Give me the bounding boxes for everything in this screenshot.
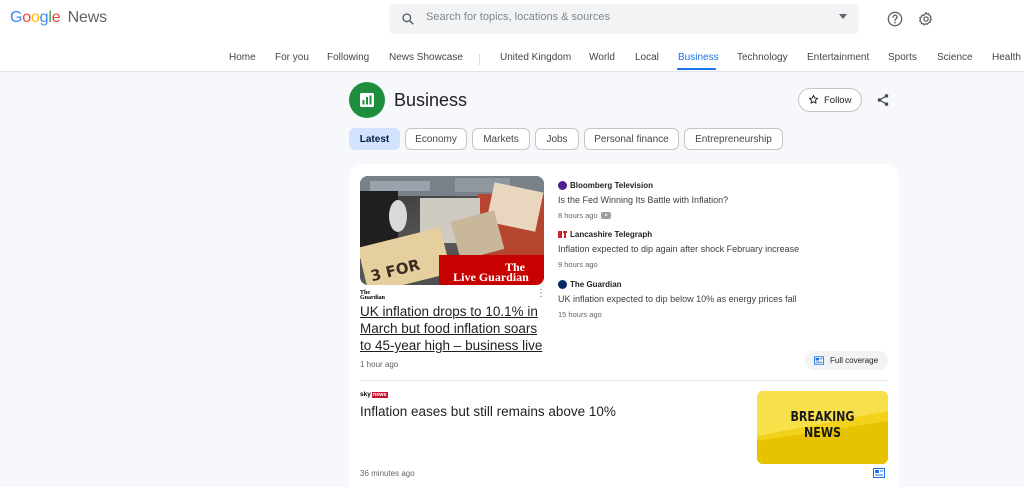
- star-icon: [808, 94, 819, 104]
- chip-entrepreneurship[interactable]: Entrepreneurship: [684, 128, 783, 150]
- side-story-time: 9 hours ago: [558, 260, 598, 269]
- nav-world[interactable]: World: [589, 52, 615, 63]
- story-title[interactable]: Inflation eases but still remains above …: [360, 404, 616, 419]
- side-story-3[interactable]: The Guardian UK inflation expected to di…: [558, 280, 858, 319]
- full-coverage-icon: [814, 356, 824, 365]
- dropdown-caret-icon[interactable]: [839, 14, 847, 19]
- breaking-line1: BREAKING: [790, 410, 855, 425]
- sky-logo-news-box: news: [371, 391, 388, 398]
- nav-for-you[interactable]: For you: [275, 52, 309, 63]
- nav-active-indicator: [677, 68, 716, 70]
- nav-entertainment[interactable]: Entertainment: [807, 52, 869, 63]
- nav-divider: [479, 54, 480, 65]
- page-title: Business: [394, 90, 468, 110]
- breaking-line2: NEWS: [804, 426, 841, 441]
- chip-latest[interactable]: Latest: [349, 128, 400, 150]
- search-input[interactable]: [426, 11, 826, 23]
- side-story-title[interactable]: UK inflation expected to dip below 10% a…: [558, 294, 858, 304]
- story-divider: [360, 380, 888, 381]
- full-coverage-icon[interactable]: [873, 468, 885, 478]
- story-time: 36 minutes ago: [360, 469, 415, 478]
- guardian-publisher-logo[interactable]: The Guardian: [360, 290, 386, 301]
- more-options-icon[interactable]: ⋮: [536, 289, 546, 299]
- nav-following[interactable]: Following: [327, 52, 369, 63]
- business-topic-icon: [349, 82, 385, 118]
- side-story-time: 15 hours ago: [558, 310, 602, 319]
- guardian-source-icon: [558, 280, 567, 289]
- settings-gear-icon[interactable]: [918, 11, 934, 27]
- search-icon[interactable]: [401, 12, 415, 26]
- follow-button[interactable]: Follow: [798, 88, 862, 112]
- chip-economy[interactable]: Economy: [405, 128, 467, 150]
- side-story-title[interactable]: Is the Fed Winning Its Battle with Infla…: [558, 195, 858, 205]
- bloomberg-source-icon: [558, 181, 567, 190]
- nav-home[interactable]: Home: [229, 52, 256, 63]
- side-story-source: Bloomberg Television: [570, 181, 653, 190]
- full-coverage-button[interactable]: Full coverage: [805, 351, 888, 370]
- side-story-title[interactable]: Inflation expected to dip again after sh…: [558, 244, 858, 254]
- nav-science[interactable]: Science: [937, 52, 973, 63]
- sky-logo-text: sky: [360, 391, 371, 398]
- side-story-source: The Guardian: [570, 280, 622, 289]
- hero-story-time: 1 hour ago: [360, 360, 399, 369]
- hero-story-image[interactable]: 3 FOR The Live Guardian: [360, 176, 544, 285]
- chip-jobs[interactable]: Jobs: [535, 128, 579, 150]
- video-icon: [600, 212, 611, 219]
- chip-personal-finance[interactable]: Personal finance: [584, 128, 679, 150]
- story-card: 3 FOR The Live Guardian The Guardian ⋮ U…: [349, 164, 899, 487]
- side-story-2[interactable]: Lancashire Telegraph Inflation expected …: [558, 230, 858, 269]
- lancashire-telegraph-source-icon: [558, 230, 567, 239]
- topic-nav: Home For you Following News Showcase Uni…: [0, 52, 1024, 72]
- sky-news-publisher-logo[interactable]: sky news: [360, 391, 388, 398]
- full-coverage-label: Full coverage: [830, 356, 879, 365]
- side-story-source: Lancashire Telegraph: [570, 230, 653, 239]
- nav-united-kingdom[interactable]: United Kingdom: [500, 52, 571, 63]
- nav-local[interactable]: Local: [635, 52, 659, 63]
- hero-story-title[interactable]: UK inflation drops to 10.1% in March but…: [360, 303, 550, 354]
- google-news-logo[interactable]: Google News: [10, 9, 107, 27]
- nav-business[interactable]: Business: [678, 52, 719, 63]
- logo-google-text: Google: [10, 9, 61, 26]
- nav-news-showcase[interactable]: News Showcase: [389, 52, 463, 63]
- breaking-news-image[interactable]: BREAKING NEWS: [757, 391, 888, 464]
- follow-label: Follow: [824, 95, 852, 106]
- logo-news-text: News: [67, 9, 107, 26]
- search-bar[interactable]: [389, 4, 859, 34]
- bar-chart-icon: [360, 93, 374, 107]
- side-story-time: 8 hours ago: [558, 211, 598, 220]
- chip-markets[interactable]: Markets: [472, 128, 530, 150]
- side-story-1[interactable]: Bloomberg Television Is the Fed Winning …: [558, 181, 858, 220]
- nav-technology[interactable]: Technology: [737, 52, 788, 63]
- nav-sports[interactable]: Sports: [888, 52, 917, 63]
- share-icon[interactable]: [876, 93, 890, 107]
- nav-health[interactable]: Health: [992, 52, 1021, 63]
- top-app-bar: Google News Home For you Following News …: [0, 0, 1024, 72]
- guardian-logo-line2: Guardian: [360, 295, 386, 301]
- hero-image-brand: Live Guardian: [453, 270, 529, 284]
- help-icon[interactable]: [887, 11, 903, 27]
